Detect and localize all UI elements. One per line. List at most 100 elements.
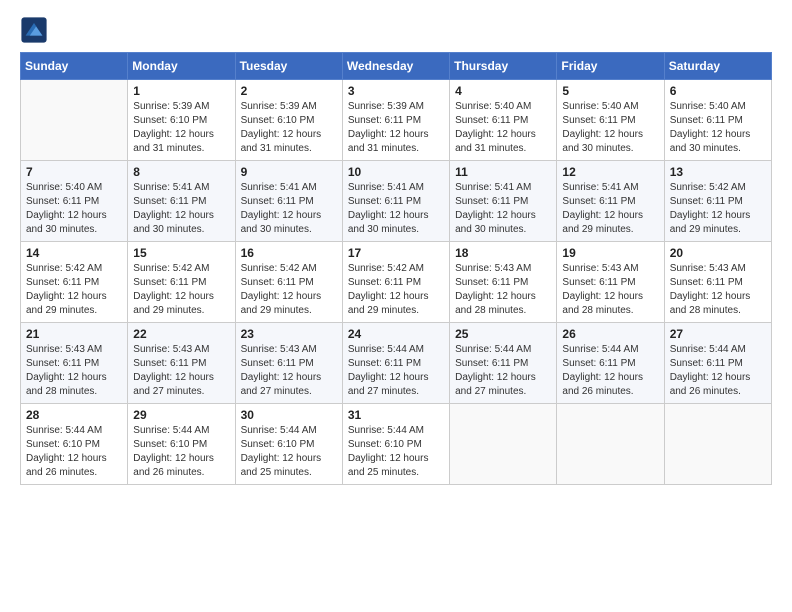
calendar-cell: 28 Sunrise: 5:44 AMSunset: 6:10 PMDayligh… bbox=[21, 404, 128, 485]
day-info: Sunrise: 5:43 AMSunset: 6:11 PMDaylight:… bbox=[26, 343, 122, 399]
day-info: Sunrise: 5:42 AMSunset: 6:11 PMDaylight:… bbox=[348, 262, 444, 318]
calendar-cell: 8 Sunrise: 5:41 AMSunset: 6:11 PMDaylight… bbox=[128, 161, 235, 242]
day-info: Sunrise: 5:41 AMSunset: 6:11 PMDaylight:… bbox=[241, 181, 337, 237]
day-number: 13 bbox=[670, 165, 766, 179]
day-number: 10 bbox=[348, 165, 444, 179]
day-number: 4 bbox=[455, 84, 551, 98]
day-info: Sunrise: 5:41 AMSunset: 6:11 PMDaylight:… bbox=[133, 181, 229, 237]
calendar-header-sunday: Sunday bbox=[21, 53, 128, 80]
day-info: Sunrise: 5:42 AMSunset: 6:11 PMDaylight:… bbox=[241, 262, 337, 318]
day-info: Sunrise: 5:42 AMSunset: 6:11 PMDaylight:… bbox=[670, 181, 766, 237]
day-number: 16 bbox=[241, 246, 337, 260]
day-info: Sunrise: 5:44 AMSunset: 6:10 PMDaylight:… bbox=[348, 424, 444, 480]
calendar-cell: 26Sunrise: 5:44 AMSunset: 6:11 PMDayligh… bbox=[557, 323, 664, 404]
day-number: 5 bbox=[562, 84, 658, 98]
day-info: Sunrise: 5:44 AMSunset: 6:11 PMDaylight:… bbox=[455, 343, 551, 399]
calendar-cell: 2 Sunrise: 5:39 AMSunset: 6:10 PMDaylight… bbox=[235, 80, 342, 161]
day-info: Sunrise: 5:39 AMSunset: 6:10 PMDaylight:… bbox=[133, 100, 229, 156]
day-info: Sunrise: 5:41 AMSunset: 6:11 PMDaylight:… bbox=[562, 181, 658, 237]
calendar-cell: 6 Sunrise: 5:40 AMSunset: 6:11 PMDaylight… bbox=[664, 80, 771, 161]
calendar-week-4: 21 Sunrise: 5:43 AMSunset: 6:11 PMDayligh… bbox=[21, 323, 772, 404]
day-number: 25 bbox=[455, 327, 551, 341]
day-info: Sunrise: 5:43 AMSunset: 6:11 PMDaylight:… bbox=[241, 343, 337, 399]
day-info: Sunrise: 5:43 AMSunset: 6:11 PMDaylight:… bbox=[133, 343, 229, 399]
calendar-cell: 5 Sunrise: 5:40 AMSunset: 6:11 PMDaylight… bbox=[557, 80, 664, 161]
day-number: 14 bbox=[26, 246, 122, 260]
page-header bbox=[20, 16, 772, 44]
day-number: 17 bbox=[348, 246, 444, 260]
calendar-cell: 14 Sunrise: 5:42 AMSunset: 6:11 PMDayligh… bbox=[21, 242, 128, 323]
calendar-cell bbox=[450, 404, 557, 485]
day-info: Sunrise: 5:41 AMSunset: 6:11 PMDaylight:… bbox=[348, 181, 444, 237]
day-info: Sunrise: 5:40 AMSunset: 6:11 PMDaylight:… bbox=[26, 181, 122, 237]
day-info: Sunrise: 5:40 AMSunset: 6:11 PMDaylight:… bbox=[562, 100, 658, 156]
day-number: 11 bbox=[455, 165, 551, 179]
day-number: 21 bbox=[26, 327, 122, 341]
day-info: Sunrise: 5:44 AMSunset: 6:11 PMDaylight:… bbox=[562, 343, 658, 399]
calendar-table: SundayMondayTuesdayWednesdayThursdayFrid… bbox=[20, 52, 772, 485]
day-number: 6 bbox=[670, 84, 766, 98]
day-info: Sunrise: 5:44 AMSunset: 6:11 PMDaylight:… bbox=[670, 343, 766, 399]
day-info: Sunrise: 5:43 AMSunset: 6:11 PMDaylight:… bbox=[455, 262, 551, 318]
calendar-week-2: 7 Sunrise: 5:40 AMSunset: 6:11 PMDaylight… bbox=[21, 161, 772, 242]
day-number: 20 bbox=[670, 246, 766, 260]
calendar-header-monday: Monday bbox=[128, 53, 235, 80]
day-number: 24 bbox=[348, 327, 444, 341]
calendar-cell bbox=[557, 404, 664, 485]
calendar-cell: 11 Sunrise: 5:41 AMSunset: 6:11 PMDayligh… bbox=[450, 161, 557, 242]
day-number: 31 bbox=[348, 408, 444, 422]
calendar-header-tuesday: Tuesday bbox=[235, 53, 342, 80]
day-info: Sunrise: 5:39 AMSunset: 6:11 PMDaylight:… bbox=[348, 100, 444, 156]
calendar-cell: 22 Sunrise: 5:43 AMSunset: 6:11 PMDayligh… bbox=[128, 323, 235, 404]
calendar-cell: 30 Sunrise: 5:44 AMSunset: 6:10 PMDayligh… bbox=[235, 404, 342, 485]
logo bbox=[20, 16, 52, 44]
calendar-cell: 3 Sunrise: 5:39 AMSunset: 6:11 PMDaylight… bbox=[342, 80, 449, 161]
calendar-cell: 10 Sunrise: 5:41 AMSunset: 6:11 PMDayligh… bbox=[342, 161, 449, 242]
calendar-cell: 1Sunrise: 5:39 AMSunset: 6:10 PMDaylight… bbox=[128, 80, 235, 161]
day-number: 9 bbox=[241, 165, 337, 179]
calendar-cell: 17 Sunrise: 5:42 AMSunset: 6:11 PMDayligh… bbox=[342, 242, 449, 323]
calendar-cell: 31 Sunrise: 5:44 AMSunset: 6:10 PMDayligh… bbox=[342, 404, 449, 485]
calendar-header-saturday: Saturday bbox=[664, 53, 771, 80]
day-number: 15 bbox=[133, 246, 229, 260]
calendar-header-thursday: Thursday bbox=[450, 53, 557, 80]
day-info: Sunrise: 5:40 AMSunset: 6:11 PMDaylight:… bbox=[670, 100, 766, 156]
day-number: 22 bbox=[133, 327, 229, 341]
day-info: Sunrise: 5:41 AMSunset: 6:11 PMDaylight:… bbox=[455, 181, 551, 237]
calendar-cell: 24 Sunrise: 5:44 AMSunset: 6:11 PMDayligh… bbox=[342, 323, 449, 404]
logo-icon bbox=[20, 16, 48, 44]
calendar-header-friday: Friday bbox=[557, 53, 664, 80]
calendar-cell: 7 Sunrise: 5:40 AMSunset: 6:11 PMDaylight… bbox=[21, 161, 128, 242]
calendar-cell: 27Sunrise: 5:44 AMSunset: 6:11 PMDayligh… bbox=[664, 323, 771, 404]
day-info: Sunrise: 5:42 AMSunset: 6:11 PMDaylight:… bbox=[26, 262, 122, 318]
calendar-cell: 18 Sunrise: 5:43 AMSunset: 6:11 PMDayligh… bbox=[450, 242, 557, 323]
calendar-cell: 25 Sunrise: 5:44 AMSunset: 6:11 PMDayligh… bbox=[450, 323, 557, 404]
calendar-week-3: 14 Sunrise: 5:42 AMSunset: 6:11 PMDayligh… bbox=[21, 242, 772, 323]
day-number: 28 bbox=[26, 408, 122, 422]
calendar-cell: 20 Sunrise: 5:43 AMSunset: 6:11 PMDayligh… bbox=[664, 242, 771, 323]
day-info: Sunrise: 5:44 AMSunset: 6:10 PMDaylight:… bbox=[241, 424, 337, 480]
day-info: Sunrise: 5:40 AMSunset: 6:11 PMDaylight:… bbox=[455, 100, 551, 156]
day-number: 29 bbox=[133, 408, 229, 422]
day-info: Sunrise: 5:44 AMSunset: 6:11 PMDaylight:… bbox=[348, 343, 444, 399]
day-info: Sunrise: 5:44 AMSunset: 6:10 PMDaylight:… bbox=[26, 424, 122, 480]
day-number: 8 bbox=[133, 165, 229, 179]
calendar-cell: 12Sunrise: 5:41 AMSunset: 6:11 PMDayligh… bbox=[557, 161, 664, 242]
calendar-cell bbox=[664, 404, 771, 485]
day-number: 19 bbox=[562, 246, 658, 260]
day-number: 2 bbox=[241, 84, 337, 98]
calendar-cell: 23Sunrise: 5:43 AMSunset: 6:11 PMDayligh… bbox=[235, 323, 342, 404]
calendar-cell: 21 Sunrise: 5:43 AMSunset: 6:11 PMDayligh… bbox=[21, 323, 128, 404]
calendar-week-5: 28 Sunrise: 5:44 AMSunset: 6:10 PMDayligh… bbox=[21, 404, 772, 485]
day-number: 3 bbox=[348, 84, 444, 98]
day-info: Sunrise: 5:44 AMSunset: 6:10 PMDaylight:… bbox=[133, 424, 229, 480]
calendar-header-wednesday: Wednesday bbox=[342, 53, 449, 80]
calendar-cell: 9 Sunrise: 5:41 AMSunset: 6:11 PMDaylight… bbox=[235, 161, 342, 242]
day-info: Sunrise: 5:39 AMSunset: 6:10 PMDaylight:… bbox=[241, 100, 337, 156]
day-info: Sunrise: 5:43 AMSunset: 6:11 PMDaylight:… bbox=[670, 262, 766, 318]
day-number: 18 bbox=[455, 246, 551, 260]
calendar-cell: 16 Sunrise: 5:42 AMSunset: 6:11 PMDayligh… bbox=[235, 242, 342, 323]
day-number: 7 bbox=[26, 165, 122, 179]
day-info: Sunrise: 5:42 AMSunset: 6:11 PMDaylight:… bbox=[133, 262, 229, 318]
day-number: 30 bbox=[241, 408, 337, 422]
